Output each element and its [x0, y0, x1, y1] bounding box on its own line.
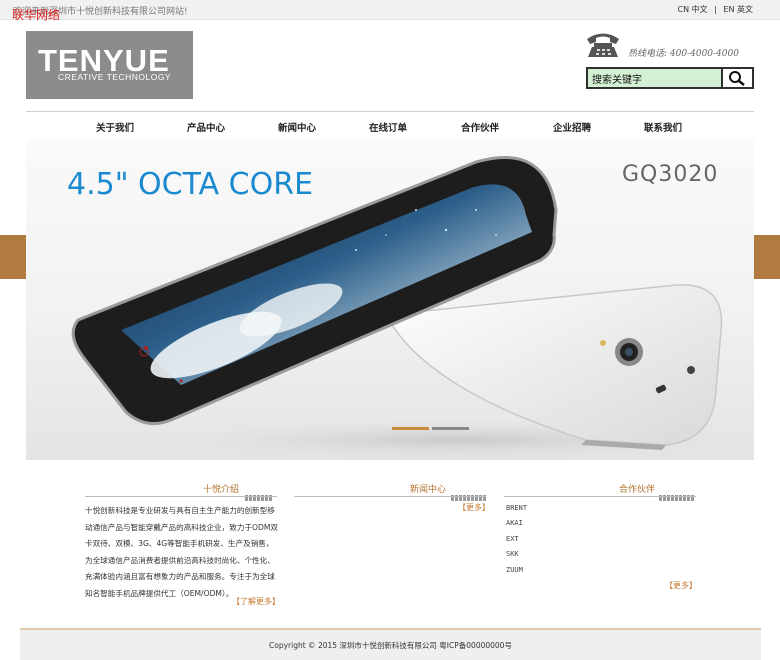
nav-item-partners[interactable]: 合作伙伴 [461, 120, 499, 134]
intro-title: 十悦介绍 [203, 485, 240, 495]
intro-divider [85, 496, 277, 497]
nav-item-contact[interactable]: 联系我们 [644, 120, 682, 134]
nav-item-jobs[interactable]: 企业招聘 [553, 120, 591, 134]
news-divider [294, 496, 486, 497]
partner-link[interactable]: ZUUM [506, 566, 523, 574]
logo-tagline: CREATIVE TECHNOLOGY [58, 72, 172, 82]
news-more-link[interactable]: 【更多】 [458, 502, 490, 513]
intro-body: 十悦创新科技是专业研发与具有自主生产能力的创新型移动通信产品与智能穿戴产品的高科… [85, 506, 279, 598]
nav-item-news[interactable]: 新闻中心 [278, 120, 316, 134]
slide-indicator[interactable] [432, 427, 469, 430]
partners-title: 合作伙伴 [619, 485, 656, 495]
banner-model: GQ3020 [622, 162, 719, 187]
banner-headline: 4.5" OCTA CORE [67, 167, 314, 202]
partner-link[interactable]: BRENT [506, 504, 527, 512]
partners-more-link[interactable]: 【更多】 [665, 580, 697, 591]
intro-title-decoration [245, 486, 273, 501]
footer: Copyright © 2015 深圳市十悦创新科技有限公司 粤ICP备0000… [20, 628, 761, 660]
partner-link[interactable]: AKAI [506, 519, 523, 527]
nav-item-about[interactable]: 关于我们 [96, 120, 134, 134]
nav-item-products[interactable]: 产品中心 [187, 120, 225, 134]
language-switch: CN 中文 | EN 英文 [675, 4, 755, 15]
intro-more-link[interactable]: 【了解更多】 [232, 596, 280, 607]
partners-divider [504, 496, 696, 497]
search-input[interactable] [586, 67, 721, 89]
left-accent-band [0, 235, 26, 279]
slide-indicator-active[interactable] [392, 427, 429, 430]
main-nav: 关于我们 产品中心 新闻中心 在线订单 合作伙伴 企业招聘 联系我们 [26, 111, 754, 141]
nav-item-orders[interactable]: 在线订单 [369, 120, 407, 134]
partner-link[interactable]: EXT [506, 535, 519, 543]
news-title-decoration [451, 486, 487, 501]
logo[interactable]: TENYUE CREATIVE TECHNOLOGY [26, 31, 193, 99]
news-title: 新闻中心 [410, 485, 447, 495]
partners-title-decoration [659, 486, 695, 501]
copyright-text: Copyright © 2015 深圳市十悦创新科技有限公司 粤ICP备0000… [269, 641, 512, 650]
watermark-text: 联华网络 [12, 8, 61, 22]
telephone-icon [587, 33, 619, 57]
hotline-text: 热线电话: 400-4000-4000 [628, 49, 739, 59]
lang-en-link[interactable]: EN 英文 [723, 5, 753, 14]
partner-link[interactable]: SKK [506, 550, 519, 558]
lang-separator: | [714, 5, 717, 14]
hero-banner[interactable]: 4.5" OCTA CORE GQ3020 [26, 140, 754, 460]
search-button[interactable] [721, 67, 754, 89]
magnifier-icon [729, 71, 745, 86]
lang-cn-link[interactable]: CN 中文 [677, 5, 707, 14]
right-accent-band [754, 235, 780, 279]
